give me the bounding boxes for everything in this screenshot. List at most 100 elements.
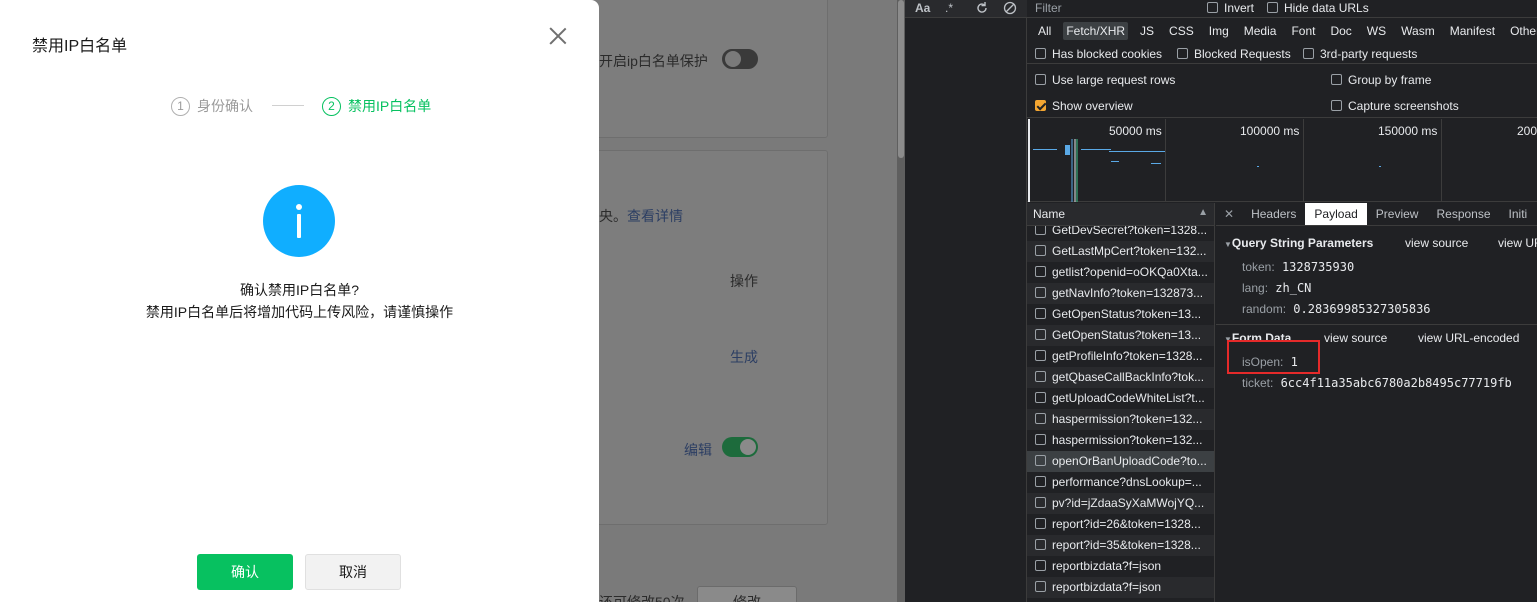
request-row[interactable]: getNavInfo?token=132873... bbox=[1027, 283, 1214, 304]
page-scrollbar-thumb[interactable] bbox=[898, 0, 904, 158]
filter-type-doc[interactable]: Doc bbox=[1327, 22, 1354, 40]
request-name: getlist?openid=oOKQa0Xta... bbox=[1052, 265, 1208, 279]
name-header-label: Name bbox=[1033, 207, 1066, 221]
capture-screenshots-label: Capture screenshots bbox=[1348, 99, 1459, 113]
request-row[interactable]: haspermission?token=132... bbox=[1027, 409, 1214, 430]
query-param-row: token: 1328735930 bbox=[1242, 260, 1354, 274]
hide-data-urls-checkbox[interactable]: Hide data URLs bbox=[1267, 1, 1369, 15]
param-key: ticket: bbox=[1242, 376, 1274, 390]
request-name: GetDevSecret?token=1328... bbox=[1052, 226, 1208, 237]
tab-initiator[interactable]: Initi bbox=[1500, 203, 1537, 225]
capture-screenshots-checkbox[interactable]: Capture screenshots bbox=[1331, 99, 1459, 113]
checkbox-icon bbox=[1177, 48, 1188, 59]
large-rows-checkbox[interactable]: Use large request rows bbox=[1035, 73, 1175, 87]
has-blocked-cookies-checkbox[interactable]: Has blocked cookies bbox=[1035, 47, 1162, 61]
edit-link[interactable]: 编辑 bbox=[684, 440, 712, 460]
request-name: report?id=26&token=1328... bbox=[1052, 517, 1201, 531]
invert-label: Invert bbox=[1224, 1, 1255, 15]
filter-bar: Filter Invert Hide data URLs bbox=[1027, 0, 1537, 18]
step-number: 1 bbox=[171, 96, 190, 116]
invert-checkbox[interactable]: Invert bbox=[1207, 1, 1254, 15]
checkbox-icon bbox=[1331, 100, 1342, 111]
request-type-icon bbox=[1035, 434, 1046, 445]
filter-type-other[interactable]: Other bbox=[1507, 22, 1537, 40]
query-view-url-link[interactable]: view UR bbox=[1498, 236, 1537, 250]
modify-button[interactable]: 修改 bbox=[697, 586, 797, 602]
tab-headers[interactable]: Headers bbox=[1242, 203, 1305, 225]
form-view-url-encoded-link[interactable]: view URL-encoded bbox=[1418, 331, 1519, 345]
step-number: 2 bbox=[322, 96, 341, 116]
request-name: GetOpenStatus?token=13... bbox=[1052, 328, 1202, 342]
clear-icon[interactable] bbox=[1003, 1, 1017, 18]
dialog-title: 禁用IP白名单 bbox=[32, 38, 128, 55]
name-column-header[interactable]: Name ▲ bbox=[1027, 203, 1215, 226]
has-blocked-cookies-label: Has blocked cookies bbox=[1052, 47, 1163, 61]
show-overview-checkbox[interactable]: Show overview bbox=[1035, 99, 1133, 113]
checkbox-icon bbox=[1035, 74, 1046, 85]
blocked-requests-checkbox[interactable]: Blocked Requests bbox=[1177, 47, 1291, 61]
notice-text: 央。查看详情 bbox=[599, 206, 683, 226]
filter-type-manifest[interactable]: Manifest bbox=[1447, 22, 1498, 40]
request-name: openOrBanUploadCode?to... bbox=[1052, 454, 1207, 468]
tab-payload[interactable]: Payload bbox=[1305, 203, 1367, 225]
step-identity-confirm: 1 身份确认 bbox=[171, 96, 253, 116]
tab-response[interactable]: Response bbox=[1427, 203, 1499, 225]
request-row[interactable]: getQbaseCallBackInfo?tok... bbox=[1027, 367, 1214, 388]
request-name: reportbizdata?f=json bbox=[1052, 559, 1162, 573]
request-row[interactable]: report?id=26&token=1328... bbox=[1027, 514, 1214, 535]
group-by-frame-checkbox[interactable]: Group by frame bbox=[1331, 73, 1431, 87]
overview-timeline[interactable]: 50000 ms 100000 ms 150000 ms 200 bbox=[1027, 119, 1537, 202]
filter-type-media[interactable]: Media bbox=[1241, 22, 1280, 40]
filter-type-all[interactable]: All bbox=[1035, 22, 1054, 40]
tab-preview[interactable]: Preview bbox=[1367, 203, 1428, 225]
request-row[interactable]: GetDevSecret?token=1328... bbox=[1027, 226, 1214, 241]
filter-type-js[interactable]: JS bbox=[1137, 22, 1157, 40]
query-view-source-link[interactable]: view source bbox=[1405, 236, 1468, 250]
request-row[interactable]: haspermission?token=132... bbox=[1027, 430, 1214, 451]
request-row[interactable]: reportbizdata?f=json bbox=[1027, 577, 1214, 598]
request-row[interactable]: GetOpenStatus?token=13... bbox=[1027, 304, 1214, 325]
request-row[interactable]: report?id=35&token=1328... bbox=[1027, 535, 1214, 556]
network-panel: Filter Invert Hide data URLs All Fetch/X… bbox=[1027, 0, 1537, 602]
search-toolbar: Aa .* bbox=[905, 0, 1027, 18]
query-string-section[interactable]: ▼Query String Parameters bbox=[1224, 236, 1373, 250]
filter-type-ws[interactable]: WS bbox=[1364, 22, 1389, 40]
match-case-icon[interactable]: Aa bbox=[915, 1, 930, 15]
filter-type-css[interactable]: CSS bbox=[1166, 22, 1197, 40]
filter-type-wasm[interactable]: Wasm bbox=[1398, 22, 1438, 40]
filter-type-font[interactable]: Font bbox=[1288, 22, 1318, 40]
request-row-selected[interactable]: openOrBanUploadCode?to... bbox=[1027, 451, 1214, 472]
request-row[interactable]: getProfileInfo?token=1328... bbox=[1027, 346, 1214, 367]
request-row[interactable]: performance?dnsLookup=... bbox=[1027, 472, 1214, 493]
filter-type-img[interactable]: Img bbox=[1206, 22, 1232, 40]
request-type-icon bbox=[1035, 497, 1046, 508]
request-row[interactable]: getUploadCodeWhiteList?t... bbox=[1027, 388, 1214, 409]
request-row[interactable]: reportbizdata?f=json bbox=[1027, 556, 1214, 577]
filter-type-fetch-xhr[interactable]: Fetch/XHR bbox=[1063, 22, 1129, 40]
confirm-button[interactable]: 确认 bbox=[197, 554, 293, 590]
filter-input[interactable]: Filter bbox=[1035, 1, 1062, 15]
request-name: report?id=35&token=1328... bbox=[1052, 538, 1201, 552]
remaining-edits-text: 还可修改50次 bbox=[599, 594, 685, 602]
generate-link[interactable]: 生成 bbox=[730, 347, 758, 367]
edit-toggle[interactable] bbox=[722, 437, 758, 457]
form-view-source-link[interactable]: view source bbox=[1324, 331, 1387, 345]
refresh-icon[interactable] bbox=[975, 1, 989, 18]
request-row[interactable]: GetOpenStatus?token=13... bbox=[1027, 325, 1214, 346]
notice-detail-link[interactable]: 查看详情 bbox=[627, 208, 683, 224]
third-party-checkbox[interactable]: 3rd-party requests bbox=[1303, 47, 1417, 61]
cancel-button[interactable]: 取消 bbox=[305, 554, 401, 590]
checkbox-icon bbox=[1267, 2, 1278, 13]
request-row[interactable]: pv?id=jZdaaSyXaMWojYQ... bbox=[1027, 493, 1214, 514]
regex-icon[interactable]: .* bbox=[945, 1, 953, 15]
request-row[interactable]: GetLastMpCert?token=132... bbox=[1027, 241, 1214, 262]
request-type-icon bbox=[1035, 476, 1046, 487]
step-divider bbox=[272, 105, 304, 106]
ip-whitelist-toggle[interactable] bbox=[722, 49, 758, 69]
close-detail-icon[interactable]: ✕ bbox=[1216, 203, 1242, 225]
step-label: 身份确认 bbox=[197, 98, 253, 114]
param-key: random: bbox=[1242, 302, 1287, 316]
close-icon[interactable] bbox=[546, 24, 570, 48]
request-row[interactable]: getlist?openid=oOKQa0Xta... bbox=[1027, 262, 1214, 283]
request-name: getNavInfo?token=132873... bbox=[1052, 286, 1204, 300]
